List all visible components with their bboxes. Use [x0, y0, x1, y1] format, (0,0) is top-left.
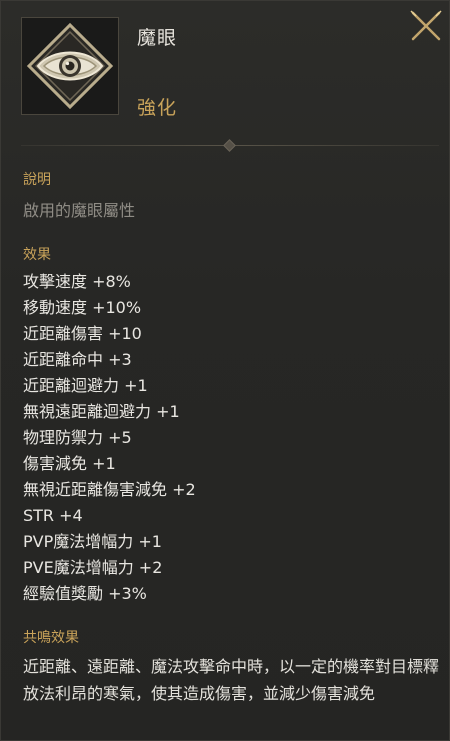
- description-text: 啟用的魔眼屬性: [23, 201, 136, 220]
- resonance-title: 共鳴效果: [23, 630, 79, 646]
- effect-item: 經驗值獎勵 +3%: [23, 584, 147, 603]
- effect-item: 無視遠距離迴避力 +1: [23, 402, 180, 421]
- item-grade: 強化: [137, 97, 178, 119]
- effect-item: 近距離命中 +3: [23, 350, 132, 369]
- effect-item: 近距離迴避力 +1: [23, 376, 148, 395]
- effect-item: 近距離傷害 +10: [23, 324, 142, 343]
- effect-item: 傷害減免 +1: [23, 454, 116, 473]
- resonance-text: 近距離、遠距離、魔法攻擊命中時，以一定的機率對目標釋放法利昂的寒氣，使其造成傷害…: [23, 657, 440, 703]
- header-divider: [21, 139, 439, 152]
- effect-item: 移動速度 +10%: [23, 298, 142, 317]
- effect-item: PVE魔法增幅力 +2: [23, 558, 163, 577]
- item-icon-frame: [21, 17, 119, 115]
- divider-ornament-icon: [223, 139, 236, 152]
- effects-list: 攻擊速度 +8% 移動速度 +10% 近距離傷害 +10 近距離命中 +3 近距…: [23, 269, 196, 607]
- item-name: 魔眼: [137, 27, 178, 49]
- magic-eye-icon: [26, 22, 114, 110]
- effect-item: 攻擊速度 +8%: [23, 272, 131, 291]
- close-button[interactable]: [407, 7, 445, 45]
- effects-title: 效果: [23, 247, 51, 263]
- effect-item: 物理防禦力 +5: [23, 428, 132, 447]
- effect-item: PVP魔法增幅力 +1: [23, 532, 162, 551]
- effect-item: 無視近距離傷害減免 +2: [23, 480, 196, 499]
- item-tooltip-panel: 魔眼 強化 說明 啟用的魔眼屬性 效果 攻擊速度 +8% 移動速度 +10% 近…: [0, 0, 450, 741]
- description-title: 說明: [23, 172, 51, 188]
- close-icon: [410, 10, 442, 41]
- effect-item: STR +4: [23, 506, 83, 525]
